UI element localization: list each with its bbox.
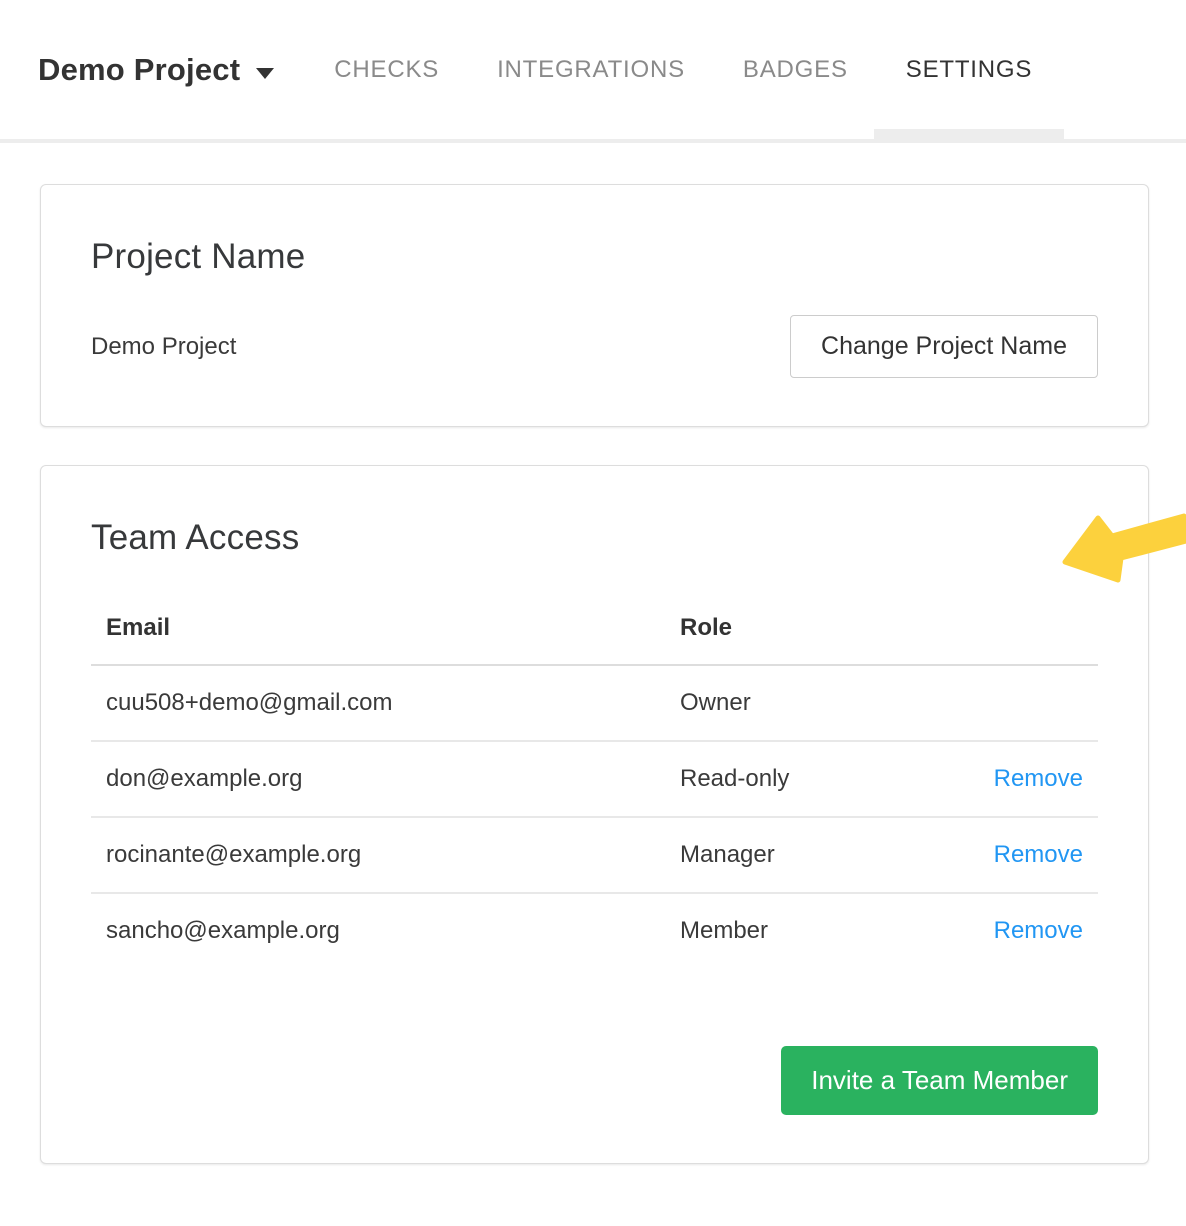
- project-switcher[interactable]: Demo Project: [38, 52, 274, 88]
- team-members-table: Email Role cuu508+demo@gmail.com Owner d…: [91, 602, 1098, 968]
- tab-checks[interactable]: CHECKS: [334, 0, 439, 139]
- change-project-name-button[interactable]: Change Project Name: [790, 315, 1098, 378]
- member-email: sancho@example.org: [91, 893, 665, 968]
- team-access-card-title: Team Access: [91, 518, 1098, 558]
- table-row: don@example.org Read-only Remove: [91, 741, 1098, 817]
- member-role: Read-only: [665, 741, 937, 817]
- email-column-header: Email: [91, 602, 665, 665]
- member-action: Remove: [937, 817, 1098, 893]
- tab-settings[interactable]: SETTINGS: [906, 0, 1032, 139]
- tab-badges[interactable]: BADGES: [743, 0, 848, 139]
- project-name-card-title: Project Name: [91, 237, 1098, 277]
- tab-integrations[interactable]: INTEGRATIONS: [497, 0, 685, 139]
- team-access-card: Team Access Email Role cuu508+demo@gmail…: [40, 465, 1149, 1164]
- member-email: cuu508+demo@gmail.com: [91, 665, 665, 741]
- project-switcher-label: Demo Project: [38, 52, 240, 88]
- invite-team-member-button[interactable]: Invite a Team Member: [781, 1046, 1098, 1115]
- member-action: Remove: [937, 741, 1098, 817]
- chevron-down-icon: [256, 68, 274, 79]
- member-role: Manager: [665, 817, 937, 893]
- settings-page: Demo Project CHECKS INTEGRATIONS BADGES …: [0, 0, 1186, 1226]
- member-email: rocinante@example.org: [91, 817, 665, 893]
- member-role: Member: [665, 893, 937, 968]
- project-name-value: Demo Project: [91, 333, 236, 361]
- table-row: cuu508+demo@gmail.com Owner: [91, 665, 1098, 741]
- table-row: rocinante@example.org Manager Remove: [91, 817, 1098, 893]
- table-header-row: Email Role: [91, 602, 1098, 665]
- member-email: don@example.org: [91, 741, 665, 817]
- remove-member-link[interactable]: Remove: [994, 917, 1083, 944]
- project-navbar: Demo Project CHECKS INTEGRATIONS BADGES …: [0, 0, 1186, 143]
- member-role: Owner: [665, 665, 937, 741]
- table-row: sancho@example.org Member Remove: [91, 893, 1098, 968]
- action-column-header: [937, 602, 1098, 665]
- member-action: Remove: [937, 893, 1098, 968]
- remove-member-link[interactable]: Remove: [994, 765, 1083, 792]
- project-tabs: CHECKS INTEGRATIONS BADGES SETTINGS: [334, 0, 1032, 139]
- remove-member-link[interactable]: Remove: [994, 841, 1083, 868]
- role-column-header: Role: [665, 602, 937, 665]
- invite-row: Invite a Team Member: [91, 1046, 1098, 1115]
- member-action: [937, 665, 1098, 741]
- project-name-card: Project Name Demo Project Change Project…: [40, 184, 1149, 427]
- project-name-row: Demo Project Change Project Name: [91, 315, 1098, 378]
